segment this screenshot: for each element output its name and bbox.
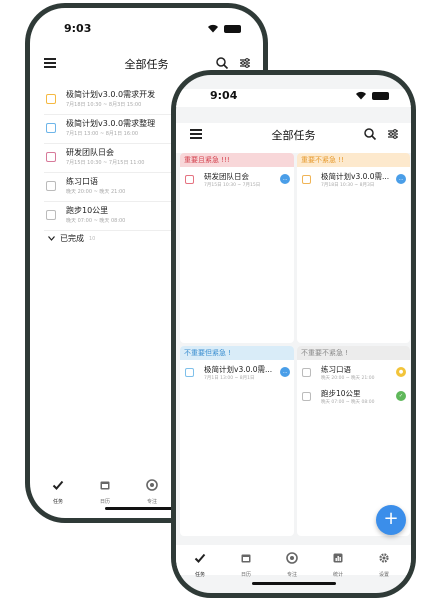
quadrant-task[interactable]: 极简计划v3.0.0需... 7月1日 13:00 ~ 8月1日 ...	[180, 360, 294, 384]
completed-count: 10	[89, 235, 96, 242]
task-time: 晚天 20:00 ~ 晚天 21:00	[321, 376, 375, 381]
task-time: 晚天 07:00 ~ 晚天 08:00	[321, 400, 375, 405]
tab-calendar[interactable]: 日历	[226, 549, 266, 578]
task-name: 研发团队日会	[66, 148, 114, 157]
phone-front: 9:04 全部任务 重要且紧急 !!! 研发团队日会 7月15日 10:30 ~…	[171, 70, 416, 598]
subtask-badge-icon: ...	[396, 174, 406, 184]
tag-badge-icon: ●	[396, 367, 406, 377]
task-checkbox[interactable]	[185, 175, 194, 184]
quadrant-task[interactable]: 极简计划v3.0.0需... 7月18日 10:30 ~ 8月3日 ...	[297, 167, 410, 191]
task-name: 跑步10公里	[66, 206, 109, 215]
task-name: 极简计划v3.0.0需求整理	[66, 119, 156, 128]
add-task-button[interactable]: +	[376, 505, 406, 535]
task-name: 研发团队日会	[204, 172, 249, 181]
quadrant-task[interactable]: 练习口语 晚天 20:00 ~ 晚天 21:00 ●	[297, 360, 410, 384]
task-name: 极简计划v3.0.0需求开发	[66, 90, 156, 99]
task-checkbox[interactable]	[46, 94, 56, 104]
quadrant-important-not-urgent: 重要不紧急 !! 极简计划v3.0.0需... 7月18日 10:30 ~ 8月…	[297, 153, 410, 343]
wifi-icon	[208, 24, 218, 33]
quadrant-header: 重要不紧急 !!	[297, 153, 410, 167]
screen-quadrants: 9:04 全部任务 重要且紧急 !!! 研发团队日会 7月15日 10:30 ~…	[176, 75, 411, 593]
task-checkbox[interactable]	[185, 368, 194, 377]
tab-label: 设置	[378, 572, 389, 578]
task-checkbox[interactable]	[302, 392, 311, 401]
tab-label: 日历	[99, 499, 110, 505]
task-checkbox[interactable]	[302, 175, 311, 184]
tab-label: 统计	[332, 572, 343, 578]
wifi-icon	[356, 91, 366, 100]
status-time: 9:04	[210, 89, 238, 102]
tab-focus[interactable]: 专注	[132, 476, 172, 505]
task-time: 7月1日 13:00 ~ 8月1日 16:00	[66, 131, 139, 137]
task-time: 7月15日 10:30 ~ 7月15日 11:00	[66, 160, 145, 166]
task-name: 练习口语	[321, 365, 351, 374]
quadrant-header: 不重要不紧急 !	[297, 346, 410, 360]
completed-section-toggle[interactable]: 已完成 10	[48, 233, 95, 244]
tab-tasks[interactable]: 任务	[38, 476, 78, 505]
tab-calendar[interactable]: 日历	[85, 476, 125, 505]
tab-tasks[interactable]: 任务	[180, 549, 220, 578]
status-bar: 9:04	[176, 89, 411, 107]
completed-label: 已完成	[60, 234, 84, 243]
quadrant-task[interactable]: 跑步10公里 晚天 07:00 ~ 晚天 08:00 ✓	[297, 384, 410, 408]
home-indicator	[251, 582, 336, 585]
task-name: 极简计划v3.0.0需...	[321, 172, 390, 181]
quadrant-not-important-urgent: 不重要但紧急 ! 极简计划v3.0.0需... 7月1日 13:00 ~ 8月1…	[180, 346, 294, 536]
check-icon	[52, 480, 64, 490]
filter-icon[interactable]	[239, 57, 251, 69]
status-time: 9:03	[64, 22, 92, 35]
task-checkbox[interactable]	[302, 368, 311, 377]
chevron-down-icon	[48, 236, 55, 241]
tag-badge-icon: ✓	[396, 391, 406, 401]
task-name: 极简计划v3.0.0需...	[204, 365, 273, 374]
quadrant-header: 重要且紧急 !!!	[180, 153, 294, 167]
tab-label: 任务	[52, 499, 63, 505]
focus-icon	[146, 479, 158, 491]
search-icon[interactable]	[215, 56, 229, 70]
task-checkbox[interactable]	[46, 210, 56, 220]
subtask-badge-icon: ...	[280, 367, 290, 377]
check-icon	[194, 553, 206, 563]
stage: 9:03 全部任务 极简计划v3.0.0需求开发 7月18日 10:30 ~ 8…	[0, 0, 441, 600]
stats-icon	[333, 553, 343, 563]
calendar-icon	[100, 481, 110, 490]
search-icon[interactable]	[363, 127, 377, 141]
task-checkbox[interactable]	[46, 152, 56, 162]
tab-label: 任务	[194, 572, 205, 578]
tab-label: 日历	[240, 572, 251, 578]
task-time: 晚天 07:00 ~ 晚天 08:00	[66, 218, 126, 224]
task-time: 7月1日 13:00 ~ 8月1日	[204, 376, 255, 381]
task-checkbox[interactable]	[46, 123, 56, 133]
quadrant-header: 不重要但紧急 !	[180, 346, 294, 360]
task-checkbox[interactable]	[46, 181, 56, 191]
bottom-nav: 任务 日历 专注 统计 设置	[176, 545, 411, 578]
task-name: 练习口语	[66, 177, 98, 186]
quadrant-important-urgent: 重要且紧急 !!! 研发团队日会 7月15日 10:30 ~ 7月15日 ...	[180, 153, 294, 343]
focus-icon	[286, 552, 298, 564]
task-time: 7月18日 10:30 ~ 8月3日	[321, 183, 375, 188]
tab-label: 专注	[146, 499, 157, 505]
battery-icon	[372, 91, 389, 100]
gear-icon	[379, 553, 389, 563]
task-name: 跑步10公里	[321, 389, 361, 398]
battery-icon	[224, 24, 241, 33]
app-bar: 全部任务	[176, 123, 411, 149]
tab-stats[interactable]: 统计	[318, 549, 358, 578]
task-time: 晚天 20:00 ~ 晚天 21:00	[66, 189, 126, 195]
tab-label: 专注	[286, 572, 297, 578]
status-bar: 9:03	[30, 22, 263, 40]
calendar-icon	[241, 554, 251, 563]
quadrant-task[interactable]: 研发团队日会 7月15日 10:30 ~ 7月15日 ...	[180, 167, 294, 191]
tab-settings[interactable]: 设置	[364, 549, 404, 578]
tab-focus[interactable]: 专注	[272, 549, 312, 578]
task-time: 7月15日 10:30 ~ 7月15日	[204, 183, 261, 188]
subtask-badge-icon: ...	[280, 174, 290, 184]
filter-icon[interactable]	[387, 128, 399, 140]
task-time: 7月18日 10:30 ~ 8月3日 15:00	[66, 102, 142, 108]
